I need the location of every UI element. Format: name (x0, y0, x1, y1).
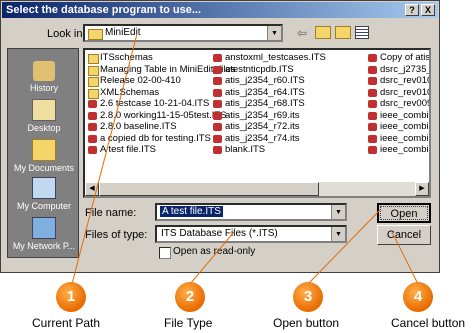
caption-current-path: Current Path (32, 316, 101, 330)
callout-2-badge: 2 (175, 282, 205, 312)
caption-cancel-button: Cancel button (391, 316, 466, 330)
caption-file-type: File Type (164, 316, 213, 330)
caption-open-button: Open button (273, 316, 340, 330)
callout-4-badge: 4 (403, 282, 433, 312)
callout-3-badge: 3 (293, 282, 323, 312)
callout-1-badge: 1 (56, 282, 86, 312)
